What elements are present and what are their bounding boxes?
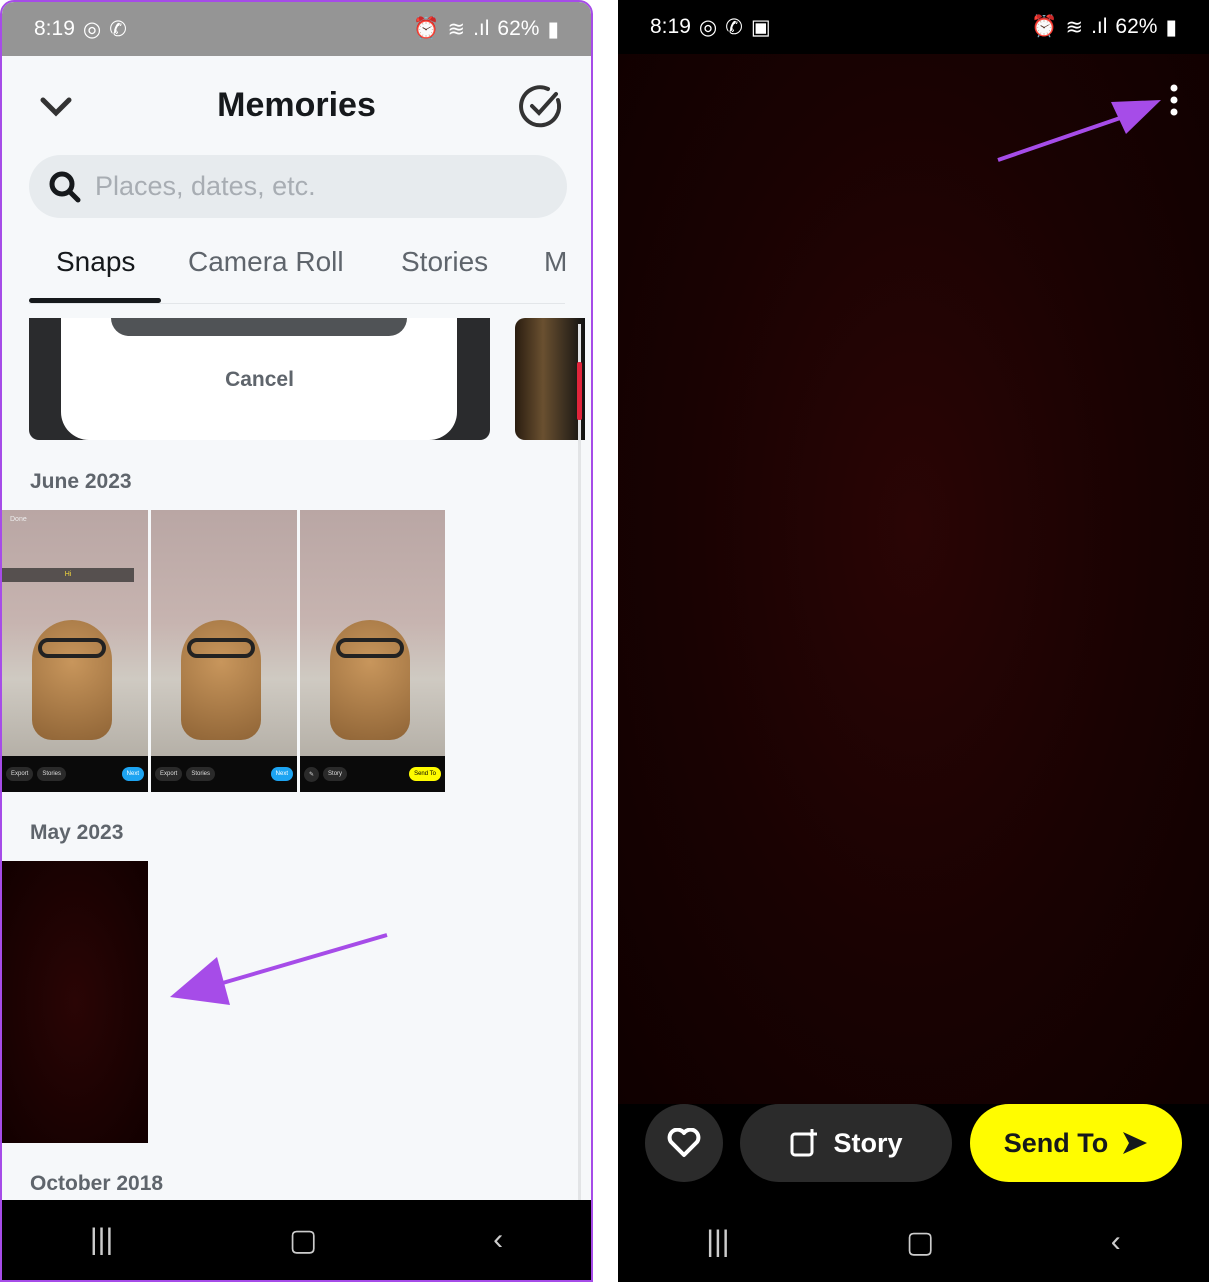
- battery-icon: ▮: [1165, 15, 1177, 39]
- story-label: Story: [833, 1127, 903, 1158]
- missed-call-icon: ✆: [109, 17, 127, 41]
- scrollbar-track[interactable]: [578, 324, 581, 1204]
- section-heading: June 2023: [30, 470, 132, 493]
- tab-more[interactable]: M: [544, 246, 567, 278]
- header: Memories: [2, 80, 591, 136]
- tab-stories[interactable]: Stories: [401, 246, 488, 278]
- done-label: Done: [10, 516, 27, 523]
- home-button[interactable]: ▢: [906, 1225, 934, 1260]
- active-tab-indicator: [29, 298, 161, 303]
- story-label: Story: [323, 767, 348, 781]
- arrow-annotation-icon: [170, 933, 388, 1005]
- back-button[interactable]: ‹: [1111, 1225, 1121, 1259]
- tab-bar: Snaps Camera Roll Stories M: [29, 242, 567, 304]
- favorite-button[interactable]: [645, 1104, 723, 1182]
- clock: 8:19: [650, 15, 691, 38]
- snap-viewer-screen: 8:19 ◎ ✆ ▣ ⏰ ≋ .ıl 62% ▮ Story Send To ||| ▢ ‹: [618, 0, 1209, 1282]
- more-options-icon[interactable]: [1166, 84, 1182, 118]
- alarm-icon: ⏰: [1031, 15, 1058, 38]
- home-button[interactable]: ▢: [289, 1223, 317, 1258]
- export-label: Export: [6, 767, 34, 781]
- gallery-icon: ▣: [750, 15, 771, 39]
- search-input[interactable]: [95, 171, 495, 202]
- search-bar[interactable]: [29, 155, 567, 218]
- story-button[interactable]: Story: [740, 1104, 952, 1182]
- page-title: Memories: [217, 86, 376, 124]
- send-to-button[interactable]: Send To: [970, 1104, 1182, 1182]
- snap-thumbnail[interactable]: Cancel: [29, 318, 490, 440]
- system-nav-bar: ||| ▢ ‹: [2, 1200, 591, 1280]
- heart-icon: [667, 1128, 701, 1157]
- send-to-label: Send To: [1003, 1127, 1109, 1158]
- export-label: Export: [155, 767, 183, 781]
- status-bar: 8:19 ◎ ✆ ▣ ⏰ ≋ .ıl 62% ▮: [618, 0, 1209, 54]
- back-button[interactable]: ‹: [493, 1223, 503, 1257]
- wifi-icon: ≋: [447, 17, 466, 41]
- alarm-icon: ⏰: [413, 17, 440, 40]
- stories-label: Stories: [186, 767, 216, 781]
- wifi-icon: ≋: [1065, 15, 1084, 39]
- caption: Hi: [2, 568, 134, 582]
- snap-preview: [618, 54, 1209, 1104]
- whatsapp-icon: ◎: [82, 17, 102, 41]
- memories-screen: 8:19 ◎ ✆ ⏰ ≋ .ıl 62% ▮ Memories Snaps Camera R…: [0, 0, 593, 1282]
- battery-level: 62%: [1115, 15, 1158, 38]
- snap-thumbnail[interactable]: ✎ Story Send To: [300, 510, 445, 792]
- search-icon: [49, 171, 81, 202]
- section-heading: October 2018: [30, 1172, 164, 1195]
- send-arrow-icon: [1123, 1132, 1148, 1154]
- battery-icon: ▮: [547, 17, 559, 41]
- missed-call-icon: ✆: [725, 15, 743, 39]
- next-label: Next: [270, 767, 293, 781]
- status-bar: 8:19 ◎ ✆ ⏰ ≋ .ıl 62% ▮: [2, 2, 591, 56]
- tab-snaps[interactable]: Snaps: [56, 246, 135, 278]
- recents-button[interactable]: |||: [706, 1225, 729, 1259]
- add-story-icon: [790, 1129, 818, 1157]
- snap-thumbnail[interactable]: Done Hi Export Stories Next: [2, 510, 148, 792]
- cancel-label: Cancel: [225, 368, 294, 391]
- scrollbar-thumb[interactable]: [577, 362, 582, 420]
- stories-label: Stories: [37, 767, 67, 781]
- battery-level: 62%: [497, 17, 540, 40]
- whatsapp-icon: ◎: [698, 15, 718, 39]
- signal-icon: .ıl: [473, 17, 490, 40]
- snap-thumbnail[interactable]: Export Stories Next: [151, 510, 297, 792]
- recents-button[interactable]: |||: [90, 1223, 113, 1257]
- section-heading: May 2023: [30, 821, 124, 844]
- snap-thumbnail[interactable]: [515, 318, 585, 440]
- send-to-label: Send To: [409, 767, 441, 781]
- select-check-icon[interactable]: [518, 84, 564, 130]
- system-nav-bar: ||| ▢ ‹: [618, 1202, 1209, 1282]
- signal-icon: .ıl: [1091, 15, 1108, 38]
- snap-thumbnail-selected[interactable]: [2, 861, 148, 1143]
- next-label: Next: [121, 767, 144, 781]
- tab-camera-roll[interactable]: Camera Roll: [188, 246, 344, 278]
- clock: 8:19: [34, 17, 75, 40]
- action-bar: Story Send To: [618, 1104, 1209, 1200]
- arrow-annotation-icon: [997, 100, 1161, 162]
